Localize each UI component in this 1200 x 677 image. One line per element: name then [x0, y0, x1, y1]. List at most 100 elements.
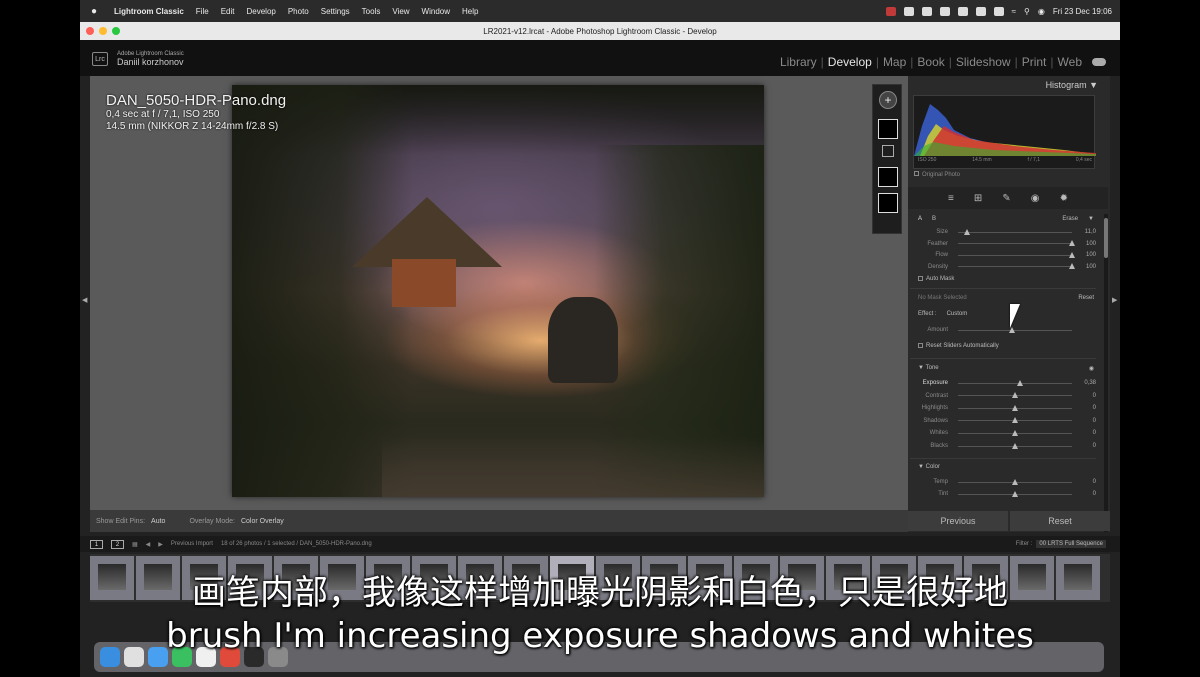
healing-icon[interactable]: ✎ — [1002, 193, 1010, 204]
slider-knob[interactable] — [1012, 442, 1018, 449]
slider-track[interactable] — [958, 442, 1072, 449]
tone-contrast-slider[interactable]: Contrast 0 — [918, 391, 1096, 401]
menu-photo[interactable]: Photo — [282, 7, 315, 16]
previous-button[interactable]: Previous — [908, 511, 1008, 531]
photo-preview[interactable] — [232, 85, 764, 497]
screen-1-button[interactable]: 1 — [90, 539, 103, 549]
menu-window[interactable]: Window — [416, 7, 456, 16]
mask-thumbnail[interactable] — [878, 167, 898, 187]
battery-icon[interactable] — [993, 6, 1004, 16]
status-icon[interactable] — [903, 6, 914, 16]
status-icon[interactable] — [939, 6, 950, 16]
notification-icon[interactable] — [957, 6, 968, 16]
histogram-title[interactable]: Histogram ▼ — [908, 80, 1098, 90]
slider-value[interactable]: 100 — [1078, 241, 1096, 247]
crop-icon[interactable]: ⊞ — [974, 193, 982, 204]
mask-thumbnail[interactable] — [878, 193, 898, 213]
slider-knob[interactable] — [964, 228, 971, 235]
panel-scrollbar[interactable] — [1104, 214, 1108, 532]
original-photo-toggle[interactable]: Original Photo — [914, 171, 960, 178]
slider-track[interactable] — [958, 228, 1072, 235]
menu-app[interactable]: Lightroom Classic — [108, 7, 190, 16]
slider-track[interactable] — [958, 478, 1072, 485]
mask-thumbnail[interactable] — [878, 119, 898, 139]
reset-button[interactable]: Reset — [1010, 511, 1110, 531]
slider-track[interactable] — [958, 404, 1072, 411]
screen-2-button[interactable]: 2 — [111, 539, 124, 549]
search-icon[interactable]: ⚲ — [1024, 7, 1030, 16]
add-mask-icon[interactable]: + — [879, 91, 897, 109]
slider-track[interactable] — [958, 240, 1075, 246]
amount-slider[interactable]: Amount — [918, 325, 1096, 335]
apple-icon[interactable]: ● — [80, 6, 108, 17]
menu-edit[interactable]: Edit — [215, 7, 241, 16]
slider-value[interactable]: 100 — [1078, 264, 1096, 270]
slider-value[interactable]: 0 — [1078, 405, 1096, 411]
menu-view[interactable]: View — [386, 7, 415, 16]
brush-tab-b[interactable]: B — [932, 216, 936, 222]
mask-reset-button[interactable]: Reset — [1078, 295, 1094, 301]
edit-sliders-icon[interactable]: ≡ — [948, 193, 954, 204]
image-workspace[interactable]: DAN_5050-HDR-Pano.dng 0,4 sec at f / 7,1… — [90, 76, 908, 510]
tone-exposure-slider[interactable]: Exposure 0,38 — [918, 378, 1096, 388]
back-arrow-icon[interactable]: ◀ — [146, 541, 151, 548]
tone-whites-slider[interactable]: Whites 0 — [918, 428, 1096, 438]
module-slideshow[interactable]: Slideshow — [952, 55, 1015, 69]
brush-feather-slider[interactable]: Feather 100 — [918, 239, 1096, 249]
tone-shadows-slider[interactable]: Shadows 0 — [918, 416, 1096, 426]
slider-knob[interactable] — [1069, 240, 1075, 246]
brush-density-slider[interactable]: Density 100 — [918, 262, 1096, 272]
wifi-icon[interactable]: ≈ — [1012, 7, 1016, 16]
record-icon[interactable] — [885, 6, 896, 16]
effect-select[interactable]: Custom — [947, 311, 968, 317]
minimize-button[interactable] — [99, 27, 107, 35]
module-web[interactable]: Web — [1054, 55, 1086, 69]
brush-icon[interactable] — [882, 145, 894, 157]
zoom-button[interactable] — [112, 27, 120, 35]
brush-tab-erase[interactable]: Erase — [1062, 216, 1078, 222]
slider-knob[interactable] — [1012, 392, 1018, 399]
right-panel-toggle-icon[interactable]: ▶ — [1112, 296, 1117, 304]
tone-header[interactable]: ▼ Tone ◉ — [918, 365, 1094, 372]
tone-highlights-slider[interactable]: Highlights 0 — [918, 403, 1096, 413]
overlay-mode-select[interactable]: Color Overlay — [241, 518, 284, 525]
module-book[interactable]: Book — [913, 55, 948, 69]
slider-value[interactable]: 11,0 — [1078, 229, 1096, 235]
slider-value[interactable]: 0,38 — [1078, 380, 1096, 386]
slider-knob[interactable] — [1012, 417, 1018, 424]
slider-value[interactable]: 100 — [1078, 252, 1096, 258]
slider-value[interactable]: 0 — [1078, 418, 1096, 424]
slider-track[interactable] — [958, 490, 1072, 497]
filter-select[interactable]: 00 LRTS Full Sequence — [1036, 540, 1106, 548]
auto-mask-toggle[interactable]: Auto Mask — [918, 276, 1094, 282]
keyboard-icon[interactable] — [975, 6, 986, 16]
show-pins-select[interactable]: Auto — [151, 518, 165, 525]
menu-file[interactable]: File — [190, 7, 215, 16]
slider-knob[interactable] — [1069, 251, 1075, 258]
masking-icon[interactable]: ✹ — [1060, 193, 1068, 204]
status-icon[interactable] — [921, 6, 932, 16]
slider-knob[interactable] — [1012, 429, 1018, 436]
slider-track[interactable] — [958, 251, 1075, 258]
color-temp-slider[interactable]: Temp 0 — [918, 477, 1096, 487]
menu-help[interactable]: Help — [456, 7, 484, 16]
slider-value[interactable]: 0 — [1078, 491, 1096, 497]
eye-icon[interactable]: ◉ — [1089, 365, 1094, 372]
menu-develop[interactable]: Develop — [240, 7, 281, 16]
slider-value[interactable]: 0 — [1078, 430, 1096, 436]
slider-track[interactable] — [958, 429, 1072, 436]
slider-knob[interactable] — [1012, 490, 1018, 497]
module-library[interactable]: Library — [776, 55, 821, 69]
cloud-icon[interactable] — [1092, 58, 1106, 66]
left-panel-toggle-icon[interactable]: ◀ — [82, 296, 87, 304]
slider-knob[interactable] — [1016, 379, 1023, 386]
reset-sliders-toggle[interactable]: Reset Sliders Automatically — [918, 343, 1094, 349]
chevron-down-icon[interactable]: ▼ — [1088, 216, 1094, 222]
slider-knob[interactable] — [1012, 404, 1018, 411]
menu-tools[interactable]: Tools — [356, 7, 387, 16]
filmstrip-count[interactable]: 18 of 26 photos / 1 selected / DAN_5050-… — [221, 541, 372, 547]
color-tint-slider[interactable]: Tint 0 — [918, 489, 1096, 499]
color-header[interactable]: ▼ Color — [918, 464, 1094, 470]
brush-size-slider[interactable]: Size 11,0 — [918, 227, 1096, 237]
slider-track[interactable] — [958, 379, 1072, 386]
